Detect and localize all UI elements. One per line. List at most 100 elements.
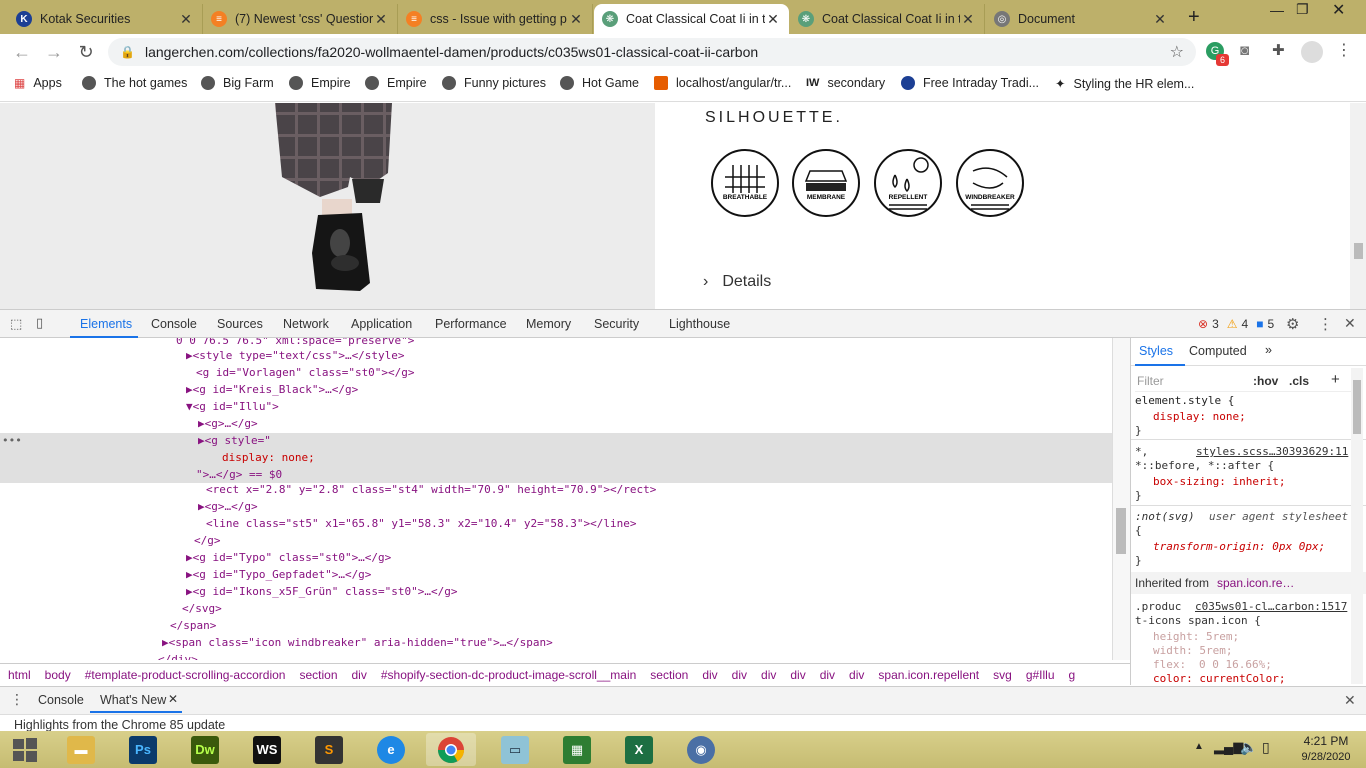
breadcrumb-item[interactable]: section bbox=[299, 668, 343, 682]
menu-icon[interactable]: ⋮ bbox=[1336, 40, 1352, 60]
settings-gear-icon[interactable]: ⚙ bbox=[1286, 315, 1299, 333]
close-icon[interactable]: ✕ bbox=[960, 11, 976, 28]
restore-button[interactable]: ❐ bbox=[1296, 1, 1309, 18]
dom-node-line[interactable]: ▶<g id="Typo" class="st0">…</g> bbox=[186, 549, 391, 566]
taskbar-calculator[interactable]: ▦ bbox=[552, 733, 602, 766]
dom-node-line-selected[interactable]: display: none; bbox=[222, 449, 315, 466]
inspect-icon[interactable]: ⬚ bbox=[10, 316, 22, 332]
tab-memory[interactable]: Memory bbox=[526, 317, 571, 331]
tab-network[interactable]: Network bbox=[283, 317, 329, 331]
taskbar-photoshop[interactable]: Ps bbox=[118, 733, 168, 766]
page-scrollbar[interactable] bbox=[1350, 103, 1366, 309]
close-drawer-icon[interactable]: ✕ bbox=[1344, 692, 1356, 709]
dom-node-line[interactable]: ▶<g id="Ikons_x5F_Grün" class="st0">…</g… bbox=[186, 583, 458, 600]
close-icon[interactable]: ✕ bbox=[765, 11, 781, 28]
dom-node-line[interactable]: ▼<g id="Illu"> bbox=[186, 398, 279, 415]
source-link[interactable]: c035ws01-cl…carbon:1517 bbox=[1195, 600, 1347, 613]
dom-node-line[interactable]: ▶<span class="icon windbreaker" aria-hid… bbox=[162, 634, 553, 651]
bookmark-item[interactable]: ✦ Styling the HR elem... bbox=[1055, 76, 1194, 92]
browser-tab[interactable]: ◎ Document ✕ bbox=[986, 4, 1176, 34]
elements-tree[interactable]: ••• 0 0 76.5 76.5" xml:space="preserve">… bbox=[0, 338, 1112, 660]
bookmark-item[interactable]: localhost/angular/tr... bbox=[654, 76, 791, 90]
drawer-tab-console[interactable]: Console bbox=[38, 693, 84, 707]
breadcrumb-item[interactable]: div bbox=[761, 668, 782, 682]
extensions-icon[interactable]: ✚ bbox=[1272, 41, 1285, 59]
bookmark-item[interactable]: The hot games bbox=[82, 76, 187, 90]
taskbar-excel[interactable]: X bbox=[614, 733, 664, 766]
style-declaration[interactable]: display: none; bbox=[1153, 410, 1246, 423]
bookmark-apps[interactable]: ▦ Apps bbox=[14, 76, 62, 90]
tab-performance[interactable]: Performance bbox=[435, 317, 507, 331]
bookmark-item[interactable]: IW secondary bbox=[806, 76, 885, 90]
new-tab-button[interactable]: + bbox=[1188, 6, 1200, 29]
reload-button[interactable]: ↻ bbox=[74, 40, 98, 64]
browser-tab[interactable]: K Kotak Securities ✕ bbox=[8, 4, 203, 34]
taskbar-chrome[interactable] bbox=[426, 733, 476, 766]
bookmark-item[interactable]: Funny pictures bbox=[442, 76, 546, 90]
clock-date[interactable]: 9/28/2020 bbox=[1296, 751, 1356, 763]
taskbar-sublime[interactable]: S bbox=[304, 733, 354, 766]
browser-tab[interactable]: ≡ (7) Newest 'css' Questior ✕ bbox=[203, 4, 398, 34]
bookmark-item[interactable]: Empire bbox=[365, 76, 427, 90]
browser-tab[interactable]: ≡ css - Issue with getting p ✕ bbox=[398, 4, 593, 34]
tab-sources[interactable]: Sources bbox=[217, 317, 263, 331]
tab-styles[interactable]: Styles bbox=[1139, 344, 1173, 358]
dom-node-line-selected[interactable]: ▶<g style=" bbox=[198, 432, 271, 449]
address-bar[interactable]: 🔒 langerchen.com/collections/fa2020-woll… bbox=[108, 38, 1196, 66]
breadcrumb-item[interactable]: body bbox=[45, 668, 77, 682]
source-link[interactable]: styles.scss…30393629:11 bbox=[1196, 445, 1348, 458]
tab-more[interactable]: » bbox=[1265, 343, 1272, 357]
issue-counters[interactable]: ⊗ 3 ⚠ 4 ■ 5 bbox=[1198, 317, 1274, 331]
battery-icon[interactable]: ▯ bbox=[1262, 739, 1270, 756]
close-icon[interactable]: ✕ bbox=[1152, 11, 1168, 28]
taskbar-notepad[interactable]: ▭ bbox=[490, 733, 540, 766]
forward-button[interactable]: → bbox=[42, 40, 66, 64]
volume-icon[interactable]: 🔈 bbox=[1240, 739, 1257, 756]
dom-node-line[interactable]: </span> bbox=[170, 617, 216, 634]
close-icon[interactable]: ✕ bbox=[178, 11, 194, 28]
taskbar-ie[interactable]: e bbox=[366, 733, 416, 766]
back-button[interactable]: ← bbox=[10, 40, 34, 64]
tab-elements[interactable]: Elements bbox=[80, 317, 132, 331]
browser-tab-active[interactable]: ❋ Coat Classical Coat Ii in t ✕ bbox=[594, 4, 789, 34]
breadcrumb-item[interactable]: div bbox=[790, 668, 811, 682]
taskbar-dreamweaver[interactable]: Dw bbox=[180, 733, 230, 766]
breadcrumb-item[interactable]: div bbox=[352, 668, 373, 682]
dom-node-line[interactable]: ▶<g id="Kreis_Black">…</g> bbox=[186, 381, 358, 398]
avatar[interactable] bbox=[1301, 41, 1323, 63]
breadcrumb-item[interactable]: div bbox=[849, 668, 870, 682]
taskbar-explorer[interactable]: ▬ bbox=[56, 733, 106, 766]
bookmark-item[interactable]: Empire bbox=[289, 76, 351, 90]
breadcrumb-item[interactable]: span.icon.repellent bbox=[878, 668, 985, 682]
tab-application[interactable]: Application bbox=[351, 317, 412, 331]
styles-scrollbar[interactable] bbox=[1351, 368, 1363, 684]
breadcrumb-item[interactable]: div bbox=[732, 668, 753, 682]
style-declaration[interactable]: box-sizing: inherit; bbox=[1153, 475, 1285, 488]
drawer-tab-whats-new[interactable]: What's New bbox=[100, 693, 166, 707]
breadcrumb-item[interactable]: g bbox=[1069, 668, 1082, 682]
breadcrumb-item[interactable]: div bbox=[820, 668, 841, 682]
inherited-node-link[interactable]: span.icon.re… bbox=[1217, 576, 1294, 590]
dom-node-line[interactable]: <g id="Vorlagen" class="st0"></g> bbox=[196, 364, 415, 381]
close-icon[interactable]: ✕ bbox=[568, 11, 584, 28]
hov-toggle[interactable]: :hov bbox=[1253, 374, 1278, 388]
star-icon[interactable]: ☆ bbox=[1170, 42, 1184, 62]
breadcrumb-item[interactable]: g#Illu bbox=[1026, 668, 1061, 682]
filter-input[interactable]: Filter bbox=[1137, 374, 1164, 388]
dom-node-line[interactable]: </svg> bbox=[182, 600, 222, 617]
camera-icon[interactable]: ◙ bbox=[1240, 42, 1249, 59]
minimize-button[interactable]: — bbox=[1270, 2, 1284, 18]
dom-node-line[interactable]: </g> bbox=[194, 532, 221, 549]
breadcrumb-item[interactable]: #shopify-section-dc-product-image-scroll… bbox=[381, 668, 642, 682]
scrollbar-thumb[interactable] bbox=[1353, 380, 1361, 434]
dom-node-line[interactable]: <line class="st5" x1="65.8" y1="58.3" x2… bbox=[206, 515, 636, 532]
close-devtools-icon[interactable]: ✕ bbox=[1344, 315, 1356, 332]
breadcrumb-item[interactable]: html bbox=[8, 668, 37, 682]
tab-computed[interactable]: Computed bbox=[1189, 344, 1247, 358]
taskbar-network[interactable]: ◉ bbox=[676, 733, 726, 766]
close-icon[interactable]: ✕ bbox=[373, 11, 389, 28]
breadcrumb-item[interactable]: div bbox=[702, 668, 723, 682]
dom-node-line[interactable]: ▶<g id="Typo_Gepfadet">…</g> bbox=[186, 566, 371, 583]
signal-icon[interactable]: ▂▄▆ bbox=[1214, 739, 1243, 755]
cls-toggle[interactable]: .cls bbox=[1289, 374, 1309, 388]
